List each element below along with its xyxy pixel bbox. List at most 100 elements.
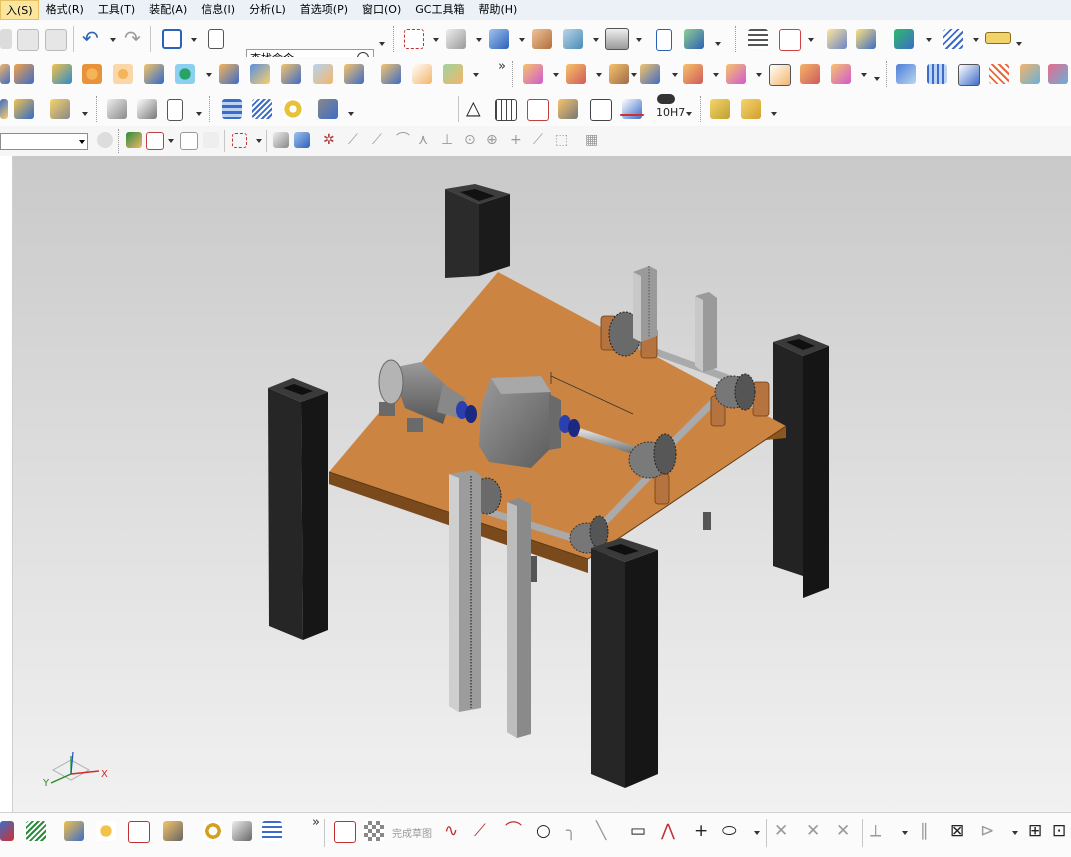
filter-dropdown-icon[interactable]: [926, 38, 932, 42]
gear-tool-dropdown-icon[interactable]: [348, 112, 354, 116]
binoculars-icon[interactable]: [657, 94, 675, 104]
mid-point-icon[interactable]: ⟋: [372, 130, 382, 150]
fit-view-dropdown-icon[interactable]: [433, 38, 439, 42]
create-sketch-icon[interactable]: [334, 821, 356, 843]
x-form-icon[interactable]: [1048, 64, 1068, 84]
layer-settings-icon[interactable]: [748, 29, 768, 49]
type-filter-select[interactable]: [0, 133, 88, 150]
component-dropdown-icon[interactable]: [596, 73, 602, 77]
undo-icon[interactable]: ↶: [82, 28, 99, 48]
background-icon[interactable]: [605, 28, 629, 50]
datum-dropdown-icon[interactable]: [196, 112, 202, 116]
finish-sketch-label[interactable]: 完成草图: [392, 825, 432, 840]
corner-post-back-left[interactable]: [445, 184, 510, 278]
existing-point-icon[interactable]: +: [510, 130, 522, 150]
auto-constraint-icon[interactable]: ⊠: [950, 821, 964, 841]
dimension-dropdown-icon[interactable]: [902, 831, 908, 835]
draft-icon[interactable]: [281, 64, 301, 84]
menu-analysis[interactable]: 分析(L): [242, 0, 293, 20]
wave-link-icon[interactable]: [800, 64, 820, 84]
mate-dropdown-icon[interactable]: [672, 73, 678, 77]
move-component-icon[interactable]: [683, 64, 703, 84]
text-dropdown-icon[interactable]: [82, 112, 88, 116]
move-component-dropdown-icon[interactable]: [713, 73, 719, 77]
line-icon[interactable]: ⟋: [474, 821, 486, 841]
coordinate-triad[interactable]: X Y: [42, 751, 108, 789]
object-display-icon[interactable]: [856, 29, 876, 49]
sheet-metal-icon[interactable]: [137, 99, 157, 119]
unite-icon[interactable]: [144, 64, 164, 84]
info-icon[interactable]: [208, 29, 224, 49]
remove-dropdown-icon[interactable]: [631, 73, 637, 77]
offset-face-icon[interactable]: [344, 64, 364, 84]
sew-icon[interactable]: [1020, 64, 1040, 84]
blend-icon[interactable]: [0, 99, 8, 119]
menu-help[interactable]: 帮助(H): [471, 0, 524, 20]
gear-rack-back[interactable]: [633, 266, 657, 342]
pmi-dropdown-icon[interactable]: [771, 112, 777, 116]
sketch-icon[interactable]: [0, 821, 14, 841]
rectangle-select-dropdown-icon[interactable]: [256, 139, 262, 143]
csys-icon[interactable]: [162, 29, 182, 49]
deselect-icon[interactable]: [203, 132, 219, 148]
interpart-icon[interactable]: [262, 821, 282, 841]
selection-filter-icon[interactable]: [894, 29, 914, 49]
arc-center-icon[interactable]: ⊥: [441, 130, 453, 150]
extrude-icon[interactable]: [0, 64, 10, 84]
base-view-icon[interactable]: [558, 99, 578, 119]
dimension-icon[interactable]: [620, 114, 644, 116]
menu-information[interactable]: 信息(I): [194, 0, 242, 20]
intersection-icon[interactable]: ⋏: [418, 130, 428, 150]
sweep-icon[interactable]: [250, 64, 270, 84]
point-icon[interactable]: +: [694, 821, 708, 841]
chamfer-icon[interactable]: [412, 64, 432, 84]
triangle-icon[interactable]: △: [466, 98, 481, 118]
menu-preferences[interactable]: 首选项(P): [293, 0, 355, 20]
geometric-constraint-icon[interactable]: ∥: [920, 821, 929, 841]
drawing-view-icon[interactable]: [527, 99, 549, 121]
section-dropdown-icon[interactable]: [593, 38, 599, 42]
orient-dropdown-icon[interactable]: [476, 38, 482, 42]
point-on-curve-icon[interactable]: ⟋: [533, 130, 543, 150]
snap-point-icon[interactable]: ✲: [323, 130, 335, 150]
select-dropdown-icon[interactable]: [168, 139, 174, 143]
chevron-down-icon[interactable]: [79, 140, 85, 144]
reference-set-icon[interactable]: [831, 64, 851, 84]
undo-dropdown-icon[interactable]: [110, 38, 116, 42]
csys-dropdown-icon[interactable]: [191, 38, 197, 42]
toolbar-grip[interactable]: [209, 96, 213, 122]
paste-icon[interactable]: [45, 29, 67, 51]
feature-dropdown-icon[interactable]: [473, 73, 479, 77]
resource-bar[interactable]: [0, 156, 13, 812]
toolbar-grip[interactable]: [512, 61, 516, 87]
tolerance-dropdown-icon[interactable]: [686, 112, 692, 116]
subtract-icon[interactable]: [175, 64, 195, 84]
shaded-dropdown-icon[interactable]: [519, 38, 525, 42]
pattern-component-icon[interactable]: [726, 64, 746, 84]
exploded-view-icon[interactable]: [769, 64, 791, 86]
edge-display-icon[interactable]: [532, 29, 552, 49]
select-body-icon[interactable]: [146, 132, 164, 150]
select-component-icon[interactable]: [180, 132, 198, 150]
bearing-icon[interactable]: [283, 99, 303, 119]
measure-dropdown-icon[interactable]: [1016, 42, 1022, 46]
coil-icon[interactable]: [252, 99, 272, 119]
wcs-dropdown-icon[interactable]: [808, 38, 814, 42]
snap-icon[interactable]: [943, 29, 963, 49]
shaded-icon[interactable]: [489, 29, 509, 49]
finish-flag-icon[interactable]: [364, 821, 384, 841]
pen-icon[interactable]: [622, 99, 642, 119]
pmi-icon[interactable]: [710, 99, 730, 119]
gear-rack-front[interactable]: [449, 470, 481, 712]
corner-post-front-left[interactable]: [268, 378, 328, 640]
boolean-dropdown-icon[interactable]: [206, 73, 212, 77]
emboss-icon[interactable]: [14, 99, 34, 119]
orient-view-icon[interactable]: [446, 29, 466, 49]
ellipse-icon[interactable]: ⬭: [722, 821, 737, 841]
gear-tool-icon[interactable]: [318, 99, 338, 119]
wcs-icon[interactable]: [779, 29, 801, 51]
curve-dropdown-icon[interactable]: [754, 831, 760, 835]
toolbar-grip[interactable]: [700, 96, 704, 122]
section-view-icon[interactable]: [563, 29, 583, 49]
bottom-toolbar-overflow-icon[interactable]: »: [312, 815, 320, 830]
